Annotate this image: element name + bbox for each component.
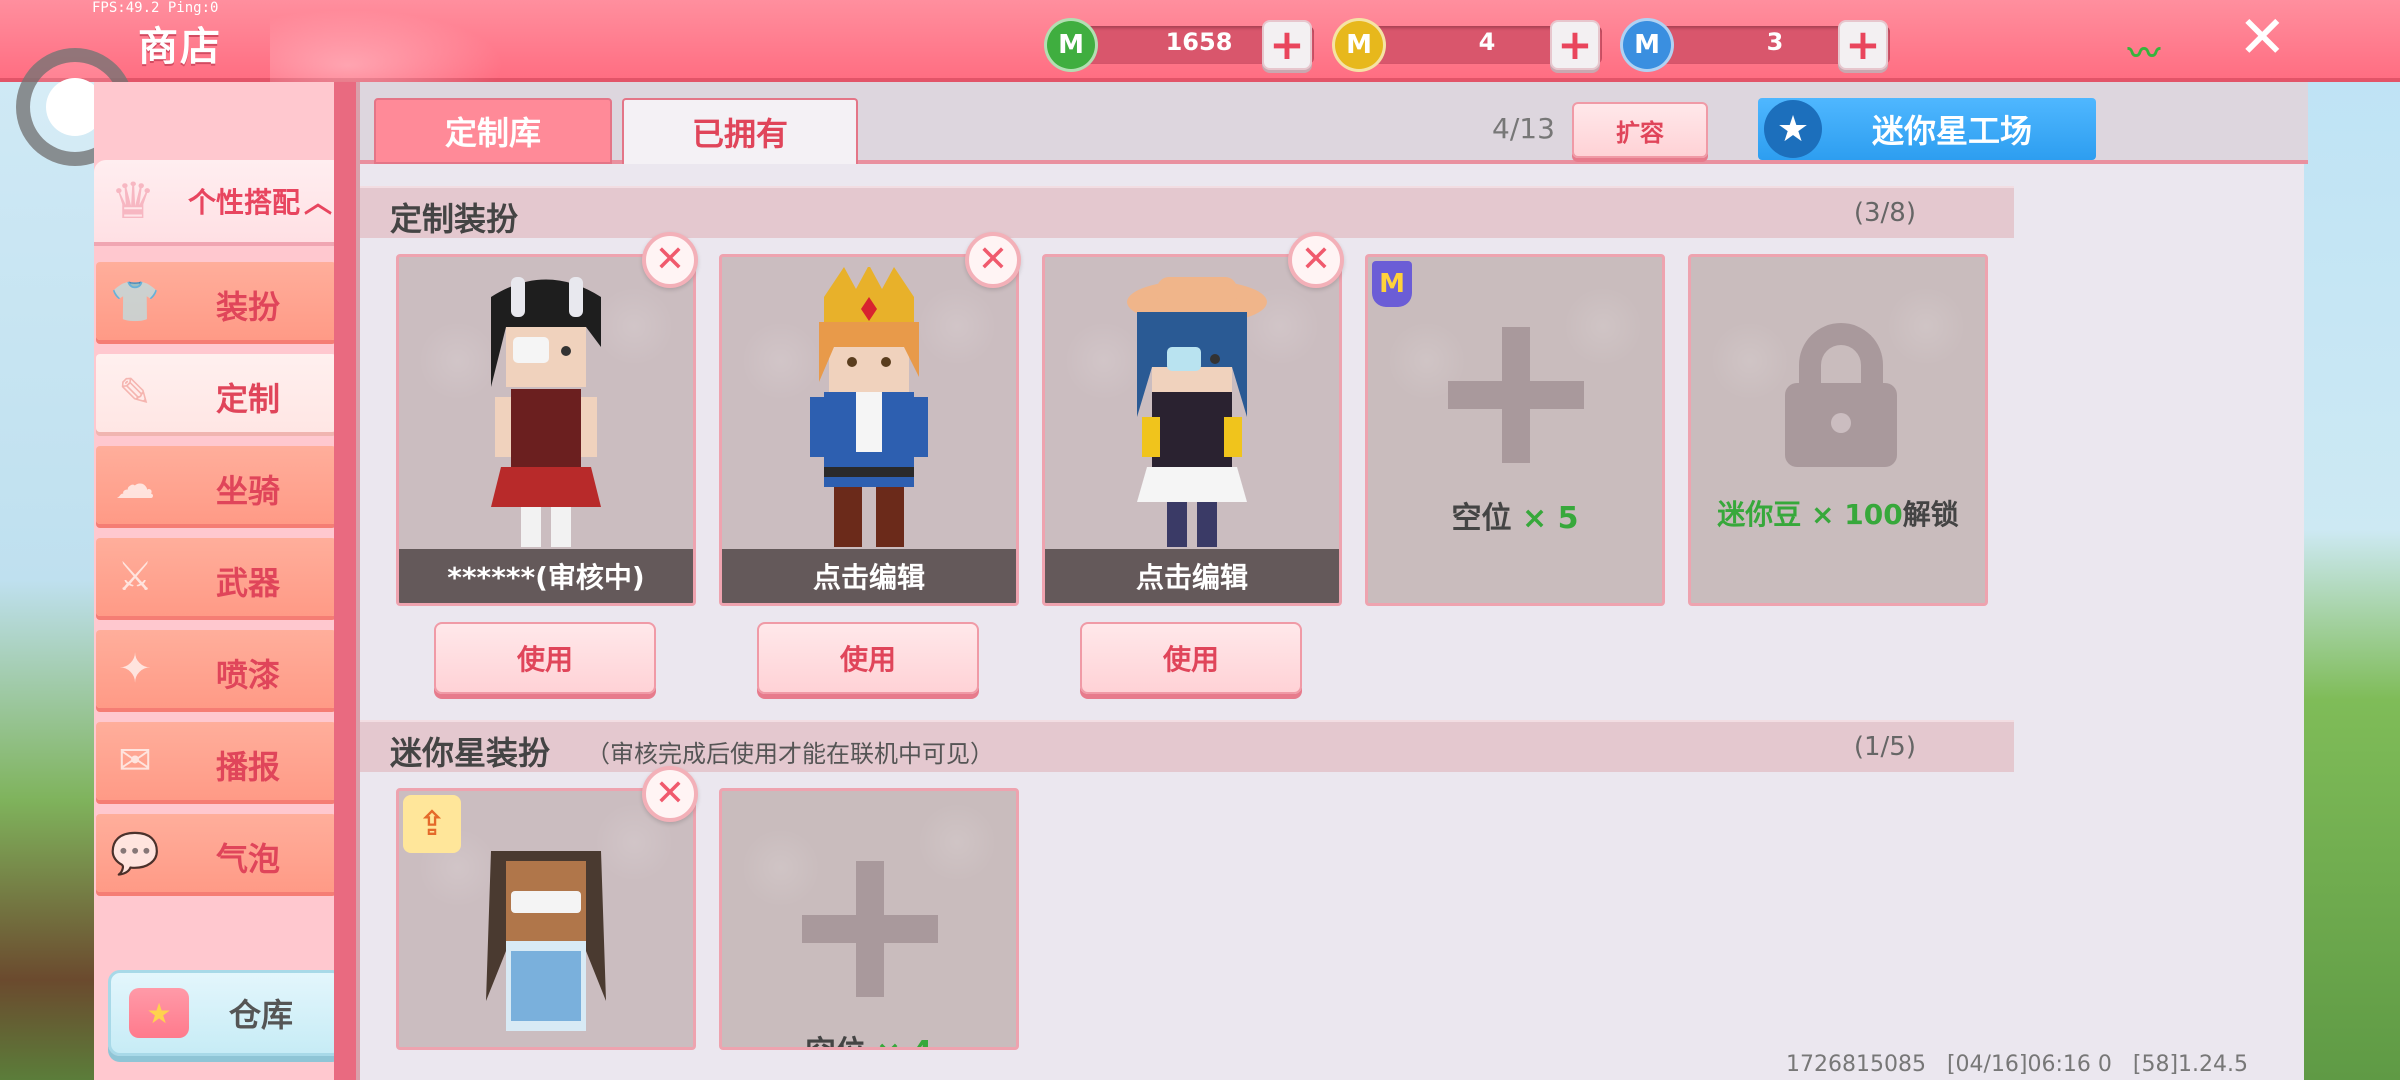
decor-swirl bbox=[270, 0, 530, 82]
chevron-up-icon: ︿ bbox=[304, 186, 333, 219]
page-title: 商店 bbox=[138, 24, 222, 70]
sidebar-item-label: 坐骑 bbox=[216, 472, 281, 510]
gold-coin-icon: M bbox=[1332, 18, 1386, 72]
plus-icon bbox=[802, 861, 938, 997]
sidebar-divider bbox=[334, 82, 356, 1080]
character-figure bbox=[810, 267, 928, 547]
green-coin-icon: M bbox=[1044, 18, 1098, 72]
currency-blue: M 3 + bbox=[1620, 18, 1910, 72]
outfit-card[interactable]: 点击编辑 bbox=[1042, 254, 1342, 606]
card-caption: 点击编辑 bbox=[722, 549, 1016, 603]
top-bar: FPS:49.2 Ping:0 商店 M 1658 + M 4 + M 3 + … bbox=[0, 0, 2400, 82]
delete-outfit-button[interactable]: ✕ bbox=[642, 232, 698, 288]
section-note: （审核完成后使用才能在联机中可见） bbox=[586, 740, 994, 768]
unlock-cost-text: 迷你豆 × 100解锁 bbox=[1717, 498, 1959, 531]
sidebar: ♛ 个性搭配 ︿ 👕 装扮 ✎ 定制 ☁ 坐骑 ⚔ 武器 ✦ 喷漆 ✉ 播报 💬… bbox=[94, 82, 356, 1080]
saddle-icon: ☁ bbox=[115, 462, 155, 508]
add-green-coin-button[interactable]: + bbox=[1262, 20, 1312, 70]
expand-capacity-button[interactable]: 扩容 bbox=[1572, 102, 1708, 158]
mini-star-workshop-button[interactable]: ★ 迷你星工场 bbox=[1758, 98, 2096, 160]
section-count: (1/5) bbox=[1853, 732, 1916, 762]
warehouse-button[interactable]: ★ 仓库 bbox=[108, 970, 344, 1056]
chest-icon: ★ bbox=[129, 988, 189, 1038]
trophy-icon: ♛ bbox=[110, 172, 156, 230]
star-icon: ★ bbox=[1764, 100, 1822, 158]
empty-slot-card[interactable]: M 空位 × 5 bbox=[1365, 254, 1665, 606]
section-count: (3/8) bbox=[1853, 198, 1916, 228]
spray-can-icon: ✦ bbox=[118, 646, 152, 692]
card-caption: ******(审核中) bbox=[399, 549, 693, 603]
sidebar-item-label: 播报 bbox=[216, 748, 281, 786]
sidebar-item-label: 武器 bbox=[216, 564, 281, 602]
delete-outfit-button[interactable]: ✕ bbox=[1288, 232, 1344, 288]
delete-outfit-button[interactable]: ✕ bbox=[965, 232, 1021, 288]
sidebar-item-broadcast[interactable]: ✉ 播报 bbox=[96, 722, 336, 800]
use-button[interactable]: 使用 bbox=[757, 622, 979, 694]
warehouse-label: 仓库 bbox=[229, 996, 294, 1034]
section-header-mini-star: 迷你星装扮 （审核完成后使用才能在联机中可见） (1/5) bbox=[360, 720, 2014, 772]
close-icon[interactable]: ✕ bbox=[2238, 8, 2287, 66]
paint-tools-icon: ✎ bbox=[118, 370, 152, 416]
sidebar-item-spray[interactable]: ✦ 喷漆 bbox=[96, 630, 336, 708]
speech-bubble-icon: 💬 bbox=[110, 830, 160, 877]
outfit-card[interactable]: 点击编辑 bbox=[719, 254, 1019, 606]
background-scene-right bbox=[2304, 80, 2400, 1080]
currency-gold: M 4 + bbox=[1332, 18, 1622, 72]
sidebar-item-label: 喷漆 bbox=[216, 656, 281, 694]
sidebar-header-label: 个性搭配 bbox=[188, 186, 301, 219]
section-title: 定制装扮 bbox=[390, 200, 519, 238]
mini-star-outfit-card[interactable]: ⇪ bbox=[396, 788, 696, 1050]
outfit-card[interactable]: ******(审核中) bbox=[396, 254, 696, 606]
capacity-counter: 4/13 bbox=[1492, 112, 1555, 145]
empty-slot-text: 空位 × 4 bbox=[722, 1027, 1016, 1047]
signal-icon: 〰 bbox=[2128, 34, 2161, 72]
character-figure bbox=[1127, 277, 1267, 547]
sidebar-category-header[interactable]: ♛ 个性搭配 ︿ bbox=[94, 160, 350, 246]
use-button[interactable]: 使用 bbox=[1080, 622, 1302, 694]
tab-owned[interactable]: 已拥有 bbox=[622, 98, 858, 164]
workshop-label: 迷你星工场 bbox=[1872, 112, 2033, 150]
build-info: 1726815085 [04/16]06:16 0 [58]1.24.5 bbox=[1786, 1052, 2249, 1077]
use-button[interactable]: 使用 bbox=[434, 622, 656, 694]
empty-slot-text: 空位 × 5 bbox=[1451, 501, 1579, 536]
shirt-icon: 👕 bbox=[110, 278, 160, 325]
sidebar-item-label: 气泡 bbox=[216, 840, 281, 878]
sidebar-item-mount[interactable]: ☁ 坐骑 bbox=[96, 446, 336, 524]
add-blue-coin-button[interactable]: + bbox=[1838, 20, 1888, 70]
sidebar-item-custom[interactable]: ✎ 定制 bbox=[96, 354, 336, 432]
tab-custom-library[interactable]: 定制库 bbox=[374, 98, 612, 164]
add-gold-coin-button[interactable]: + bbox=[1550, 20, 1600, 70]
envelope-icon: ✉ bbox=[118, 738, 152, 784]
sidebar-item-outfit[interactable]: 👕 装扮 bbox=[96, 262, 336, 340]
sidebar-item-label: 装扮 bbox=[216, 288, 281, 326]
empty-slot-card[interactable]: 空位 × 4 bbox=[719, 788, 1019, 1050]
card-caption: 点击编辑 bbox=[1045, 549, 1339, 603]
character-figure bbox=[486, 851, 606, 1031]
section-header-custom: 定制装扮 (3/8) bbox=[360, 186, 2014, 238]
blue-coin-icon: M bbox=[1620, 18, 1674, 72]
sidebar-item-label: 定制 bbox=[216, 380, 281, 418]
main-panel: 定制库 已拥有 4/13 扩容 ★ 迷你星工场 定制装扮 (3/8) *****… bbox=[356, 82, 2308, 1080]
locked-slot-card[interactable]: 迷你豆 × 100解锁 bbox=[1688, 254, 1988, 606]
tab-bar: 定制库 已拥有 4/13 扩容 ★ 迷你星工场 bbox=[360, 82, 2308, 164]
character-figure bbox=[491, 277, 601, 547]
sidebar-item-bubble[interactable]: 💬 气泡 bbox=[96, 814, 336, 892]
section-title: 迷你星装扮 bbox=[390, 734, 551, 772]
sidebar-item-weapon[interactable]: ⚔ 武器 bbox=[96, 538, 336, 616]
currency-green: M 1658 + bbox=[1044, 18, 1334, 72]
plus-icon bbox=[1448, 327, 1584, 463]
m-badge-icon: M bbox=[1372, 261, 1412, 307]
delete-outfit-button[interactable]: ✕ bbox=[642, 766, 698, 822]
lock-icon bbox=[1785, 323, 1897, 467]
gun-icon: ⚔ bbox=[117, 554, 153, 600]
background-scene-left bbox=[0, 80, 100, 1080]
